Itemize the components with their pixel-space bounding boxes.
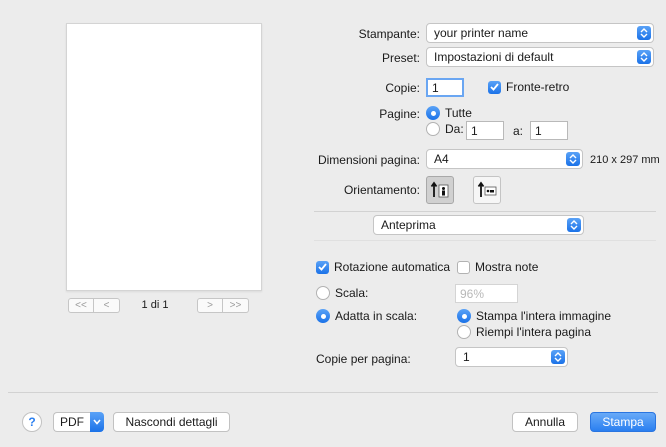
range-to-label: a: — [513, 124, 524, 138]
copies-per-page-value: 1 — [463, 350, 470, 364]
portrait-icon — [430, 181, 449, 198]
orientation-label: Orientamento: — [343, 183, 420, 197]
pages-all-label: Tutte — [445, 106, 472, 120]
preview-forward-controls: > >> — [197, 298, 249, 313]
chevron-down-icon — [90, 412, 104, 432]
hide-details-button[interactable]: Nascondi dettagli — [113, 412, 230, 432]
fill-page-radio[interactable] — [457, 325, 471, 339]
show-notes-option[interactable]: Mostra note — [457, 260, 538, 274]
scale-label: Scala: — [335, 286, 369, 300]
show-notes-label: Mostra note — [475, 260, 539, 274]
pages-range-option: Da: — [426, 122, 464, 136]
page-preview — [66, 23, 262, 291]
section-popup[interactable]: Anteprima — [373, 215, 584, 235]
pages-range-radio[interactable] — [426, 122, 440, 136]
preview-back-controls: << < — [68, 298, 120, 313]
range-from-label: Da: — [445, 122, 464, 136]
landscape-icon — [477, 181, 497, 197]
printer-popup[interactable]: your printer name — [426, 23, 654, 43]
pages-all-option[interactable]: Tutte — [426, 106, 472, 120]
updown-arrows-icon — [637, 50, 651, 64]
help-button[interactable]: ? — [22, 412, 42, 432]
pages-all-radio[interactable] — [426, 106, 440, 120]
copies-field[interactable]: 1 — [426, 78, 464, 97]
preset-value: Impostazioni di default — [434, 50, 554, 64]
page-indicator: 1 di 1 — [141, 299, 169, 311]
duplex-label: Fronte-retro — [506, 80, 570, 94]
print-entire-radio[interactable] — [457, 309, 471, 323]
fit-option[interactable]: Adatta in scala: — [316, 309, 417, 323]
auto-rotate-option[interactable]: Rotazione automatica — [316, 260, 450, 274]
landscape-orientation-button[interactable] — [473, 176, 501, 204]
section-top-divider — [314, 240, 656, 241]
duplex-checkbox[interactable] — [488, 80, 501, 94]
updown-arrows-icon — [551, 350, 565, 364]
first-page-button[interactable]: << — [68, 298, 94, 313]
fill-page-option[interactable]: Riempi l'intera pagina — [457, 325, 591, 339]
duplex-option[interactable]: Fronte-retro — [488, 80, 569, 94]
printer-value: your printer name — [434, 26, 529, 40]
paper-size-label: Dimensioni pagina: — [317, 153, 420, 167]
auto-rotate-checkbox[interactable] — [316, 260, 329, 274]
print-entire-option[interactable]: Stampa l'intera immagine — [457, 309, 611, 323]
updown-arrows-icon — [567, 218, 581, 232]
scale-field[interactable]: 96% — [455, 284, 518, 303]
paper-dimensions: 210 x 297 mm — [590, 154, 660, 166]
preset-popup[interactable]: Impostazioni di default — [426, 47, 654, 67]
range-to-field[interactable]: 1 — [530, 121, 568, 140]
fit-label: Adatta in scala: — [335, 309, 418, 323]
copies-label: Copie: — [385, 81, 420, 95]
portrait-orientation-button[interactable] — [426, 176, 454, 204]
pdf-menu-button[interactable]: PDF — [53, 412, 104, 432]
paper-size-popup[interactable]: A4 — [426, 149, 583, 169]
printer-label: Stampante: — [358, 27, 420, 41]
updown-arrows-icon — [637, 26, 651, 40]
range-from-field[interactable]: 1 — [466, 121, 504, 140]
preset-label: Preset: — [381, 51, 420, 65]
previous-page-button[interactable]: < — [94, 298, 120, 313]
print-entire-label: Stampa l'intera immagine — [476, 309, 612, 323]
scale-radio[interactable] — [316, 286, 330, 300]
fill-page-label: Riempi l'intera pagina — [476, 325, 592, 339]
updown-arrows-icon — [566, 152, 580, 166]
copies-per-page-popup[interactable]: 1 — [455, 347, 568, 367]
section-popup-value: Anteprima — [381, 218, 436, 232]
footer-divider — [8, 392, 658, 393]
paper-size-value: A4 — [434, 152, 449, 166]
copies-per-page-label: Copie per pagina: — [316, 352, 411, 366]
cancel-button[interactable]: Annulla — [512, 412, 578, 432]
last-page-button[interactable]: >> — [223, 298, 249, 313]
print-button[interactable]: Stampa — [590, 412, 656, 432]
fit-radio[interactable] — [316, 309, 330, 323]
pdf-button-label: PDF — [53, 412, 90, 432]
auto-rotate-label: Rotazione automatica — [334, 260, 451, 274]
pages-label: Pagine: — [379, 107, 420, 121]
next-page-button[interactable]: > — [197, 298, 223, 313]
scale-option[interactable]: Scala: — [316, 286, 368, 300]
show-notes-checkbox[interactable] — [457, 260, 470, 274]
section-divider — [314, 211, 656, 212]
